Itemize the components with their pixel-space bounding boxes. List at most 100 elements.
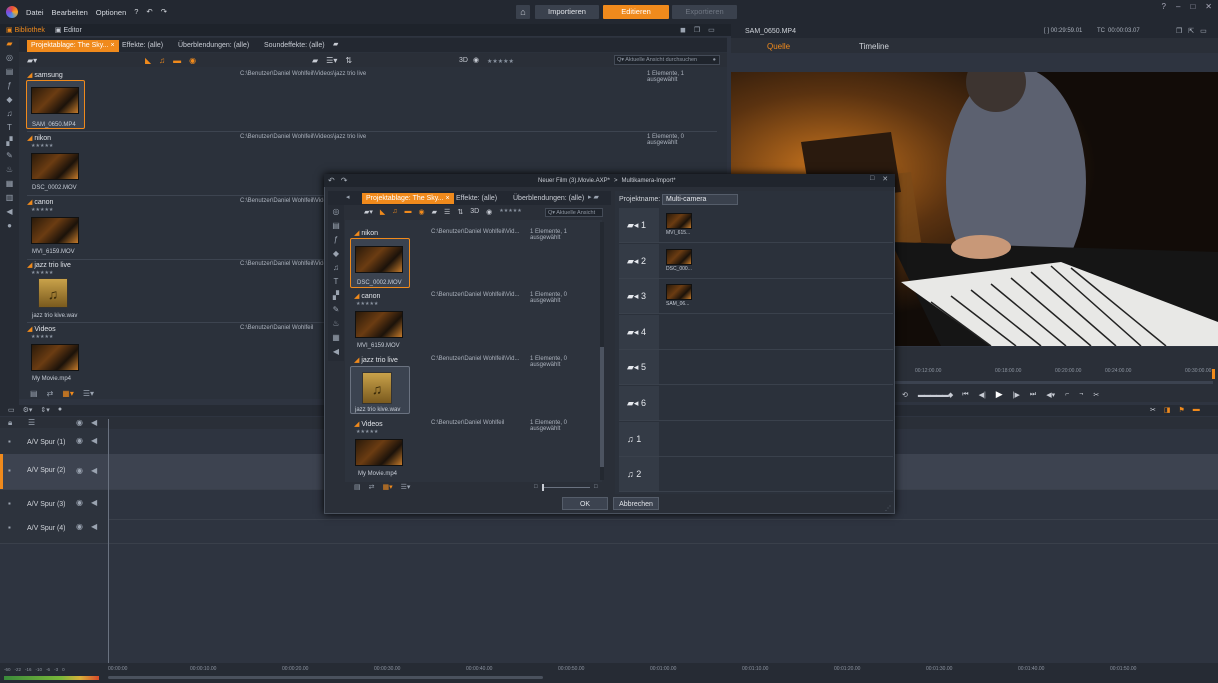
timeline-playhead[interactable]: [108, 419, 109, 663]
new-tab-icon[interactable]: ▰: [333, 40, 338, 48]
film-icon[interactable]: ▦: [0, 177, 19, 191]
popout-icon[interactable]: ⇱: [1188, 27, 1194, 35]
media-bin-icon[interactable]: ▰: [0, 37, 19, 51]
maximize-icon[interactable]: □: [870, 175, 874, 183]
play-icon[interactable]: ▶: [996, 389, 1003, 400]
video-thumbnail[interactable]: [31, 153, 79, 180]
layout-icon[interactable]: ▭: [708, 26, 715, 34]
visibility-icon[interactable]: ◉: [76, 498, 83, 508]
track-name[interactable]: A/V Spur (4): [27, 525, 66, 532]
sort-icon[interactable]: ⇅: [457, 208, 463, 216]
dialog-bin-header-videos[interactable]: ◢ Videos C:\Benutzer\Daniel Wohlfeil 1 E…: [354, 420, 599, 432]
title-icon[interactable]: T: [328, 275, 344, 289]
forward-icon[interactable]: ↷: [341, 176, 348, 185]
visibility-icon[interactable]: ◉: [76, 418, 83, 428]
menu-edit[interactable]: Bearbeiten: [52, 8, 88, 17]
lock-icon[interactable]: ▪: [8, 499, 11, 509]
rating-stars[interactable]: ★★★★★: [356, 429, 378, 435]
breadcrumb-film[interactable]: Neuer Film (3).Movie.AXP*: [538, 178, 610, 184]
lock-icon[interactable]: ▪: [8, 466, 11, 476]
grid-view-icon[interactable]: ▦▾: [383, 483, 393, 491]
track-name[interactable]: A/V Spur (1): [27, 439, 66, 446]
sound-icon[interactable]: ◀: [0, 205, 19, 219]
music-icon[interactable]: ♫: [0, 107, 19, 121]
flame-icon[interactable]: ♨: [0, 163, 19, 177]
sound-icon[interactable]: ◀: [328, 345, 344, 359]
video-thumbnail[interactable]: [355, 439, 403, 466]
speaker-icon[interactable]: ◀: [91, 436, 97, 446]
video-thumbnail[interactable]: [31, 344, 79, 371]
preview-tc-value[interactable]: 00:00:03.07: [1108, 28, 1140, 34]
go-end-icon[interactable]: ⏭: [1030, 391, 1036, 399]
playhead-marker[interactable]: [1212, 369, 1215, 379]
maximize-icon[interactable]: □: [1190, 2, 1195, 11]
library-tab-soundeffects[interactable]: Soundeffekte: (alle): [260, 40, 329, 52]
audio-mixer-icon[interactable]: ●: [58, 406, 62, 414]
fullscreen-icon[interactable]: ▭: [1200, 27, 1207, 35]
go-start-icon[interactable]: ⏮: [962, 391, 968, 399]
folder-icon[interactable]: ▰: [432, 208, 437, 216]
tab-library[interactable]: ▣ Bibliothek: [6, 26, 45, 34]
transition-icon[interactable]: ◆: [0, 93, 19, 107]
ripple-icon[interactable]: ◨: [1164, 406, 1171, 414]
camera-clip-thumbnail[interactable]: [666, 284, 692, 300]
next-frame-icon[interactable]: |▶: [1013, 391, 1020, 399]
export-button[interactable]: Exportieren: [672, 5, 737, 19]
camera-row[interactable]: ▰◂ 3 SAM_06...: [619, 279, 893, 314]
bin-header-nikon[interactable]: ◢ nikon C:\Benutzer\Daniel Wohlfeil\Vide…: [27, 134, 715, 146]
help-icon[interactable]: ?: [134, 7, 138, 17]
audio-thumbnail[interactable]: ♫: [362, 372, 392, 404]
copy-icon[interactable]: ▤: [354, 483, 361, 491]
tab-editor[interactable]: ▣ Editor: [55, 26, 82, 34]
tab-scroll-right-icon[interactable]: ▸ ▰: [588, 193, 599, 201]
image-filter-icon[interactable]: ▬: [405, 208, 412, 216]
timeline-ruler[interactable]: -60 -22 -16 -10 -6 -3 0 00:00:00 00:00:1…: [0, 663, 1218, 683]
disc-icon[interactable]: ◎: [0, 51, 19, 65]
collection-icon[interactable]: ▤: [328, 219, 344, 233]
list-view-icon[interactable]: ☰: [444, 208, 450, 216]
preview-scrubber-ruler[interactable]: 00:12:00.00 00:18:00.00 00:20:00.00 00:2…: [895, 365, 1215, 377]
copy-icon[interactable]: ▤: [30, 389, 38, 398]
undo-icon[interactable]: ↶: [146, 7, 152, 17]
dialog-list-scrollbar[interactable]: [600, 222, 604, 480]
sync-icon[interactable]: ⇄: [369, 483, 375, 491]
home-icon[interactable]: ⌂: [516, 5, 530, 19]
menu-file[interactable]: Datei: [26, 8, 44, 17]
collection-picker-icon[interactable]: ▰▾: [27, 56, 37, 65]
film-icon[interactable]: ▦: [328, 331, 344, 345]
storyboard-icon[interactable]: ▭: [8, 406, 15, 414]
title-icon[interactable]: T: [0, 121, 19, 135]
image-filter-icon[interactable]: ▬: [173, 56, 181, 65]
dialog-tab-transitions[interactable]: Überblendungen: (alle): [509, 193, 588, 204]
circle-icon[interactable]: ●: [0, 219, 19, 233]
eye-icon[interactable]: ◉: [473, 56, 479, 64]
camera-row[interactable]: ▰◂ 5: [619, 350, 893, 385]
montage-icon[interactable]: ▞: [328, 289, 344, 303]
paint-icon[interactable]: ✎: [0, 149, 19, 163]
project-name-input[interactable]: Multi-camera: [662, 194, 738, 205]
video-thumbnail[interactable]: [31, 87, 79, 114]
camera-row[interactable]: ▰◂ 1 MVI_615...: [619, 208, 893, 243]
shuttle-slider[interactable]: ▬▬▬▬▬◆: [918, 391, 953, 399]
timeline-scrollbar[interactable]: [108, 676, 543, 679]
lock-icon[interactable]: ▪: [8, 437, 11, 447]
preview-scrubber[interactable]: [895, 381, 1213, 384]
library-tab-effects[interactable]: Effekte: (alle): [118, 40, 167, 52]
resize-grip-icon[interactable]: ⋰: [885, 505, 891, 512]
rating-stars[interactable]: ★★★★★: [356, 301, 378, 307]
dialog-search-input[interactable]: Q▾ Aktuelle Ansicht: [545, 208, 603, 217]
razor-icon[interactable]: ✂: [1150, 406, 1156, 414]
montage-icon[interactable]: ▞: [0, 135, 19, 149]
scissors-icon[interactable]: ✂: [1093, 391, 1099, 399]
dialog-rating-filter[interactable]: ★★★★★: [499, 208, 521, 216]
cancel-button[interactable]: Abbrechen: [613, 497, 659, 510]
disc-icon[interactable]: ◎: [328, 205, 344, 219]
export-frame-icon[interactable]: ❐: [1176, 27, 1182, 35]
volume-icon[interactable]: ◀▾: [1046, 391, 1055, 399]
folder-icon[interactable]: ▰: [312, 56, 318, 65]
eye-icon[interactable]: ◉: [486, 208, 492, 216]
mark-in-icon[interactable]: ⌐: [1065, 391, 1069, 398]
detail-view-icon[interactable]: ☰▾: [401, 483, 411, 491]
camera-row[interactable]: ▰◂ 4: [619, 315, 893, 350]
video-thumbnail[interactable]: [355, 311, 403, 338]
